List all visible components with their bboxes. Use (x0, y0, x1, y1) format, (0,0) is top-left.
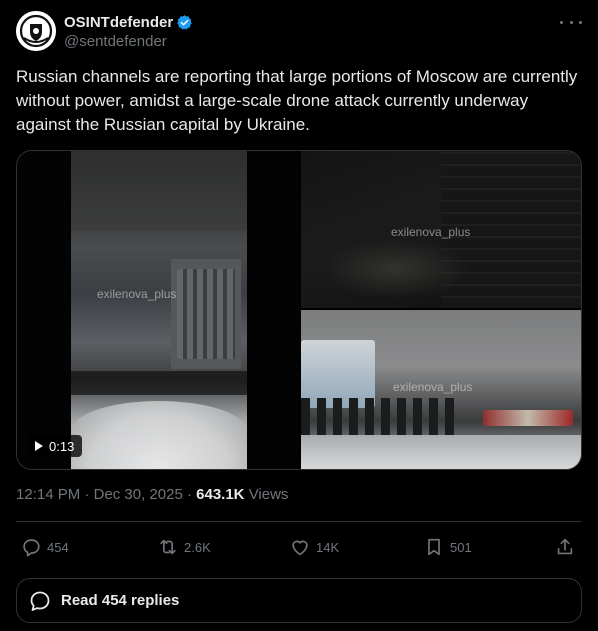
tweet-date[interactable]: Dec 30, 2025 (94, 486, 183, 503)
action-bar: 454 2.6K 14K 501 (16, 532, 582, 562)
divider (16, 521, 582, 522)
tweet-time[interactable]: 12:14 PM (16, 486, 80, 503)
play-icon (35, 441, 43, 451)
media-grid[interactable]: exilenova_plus 0:13 exilenova_plus exile… (16, 150, 582, 470)
author-handle[interactable]: @sentdefender (64, 33, 193, 50)
photo-bottom-right[interactable]: exilenova_plus (301, 310, 581, 469)
share-button[interactable] (554, 532, 576, 562)
views-label: Views (248, 486, 289, 503)
tweet-header: OSINTdefender @sentdefender (16, 11, 582, 55)
photo-top-right[interactable]: exilenova_plus (301, 151, 581, 308)
bookmark-icon (428, 538, 440, 556)
tweet-text: Russian channels are reporting that larg… (16, 67, 578, 134)
heart-icon (292, 540, 308, 556)
video-duration-badge[interactable]: 0:13 (29, 435, 83, 457)
verified-badge-icon[interactable] (176, 14, 193, 31)
more-options-icon[interactable] (560, 13, 582, 31)
repost-icon (160, 539, 176, 555)
share-icon (557, 538, 573, 555)
shield-logo-icon (16, 11, 56, 51)
display-name[interactable]: OSINTdefender (64, 14, 173, 31)
watermark: exilenova_plus (391, 225, 471, 239)
repost-count: 2.6K (184, 539, 211, 555)
read-replies-label: Read 454 replies (61, 592, 180, 609)
views-count: 643.1K (196, 486, 245, 503)
bookmark-button[interactable]: 501 (423, 532, 472, 562)
reply-icon (23, 539, 40, 557)
meta-separator: · (84, 486, 90, 503)
video-frame (71, 151, 247, 469)
like-count: 14K (316, 539, 340, 555)
reply-count: 454 (47, 539, 69, 555)
tweet-meta: 12:14 PM · Dec 30, 2025 · 643.1K Views (16, 486, 288, 503)
read-replies-button[interactable]: Read 454 replies (16, 578, 582, 623)
meta-separator: · (186, 486, 192, 503)
watermark: exilenova_plus (393, 380, 473, 394)
video-duration: 0:13 (49, 438, 75, 454)
avatar[interactable] (16, 11, 56, 51)
like-button[interactable]: 14K (289, 532, 339, 562)
repost-button[interactable]: 2.6K (157, 532, 211, 562)
author-names: OSINTdefender @sentdefender (64, 12, 193, 50)
watermark: exilenova_plus (97, 287, 177, 301)
reply-button[interactable]: 454 (20, 532, 69, 562)
reply-bubble-icon (30, 591, 50, 611)
bookmark-count: 501 (450, 539, 472, 555)
video-thumbnail[interactable]: exilenova_plus 0:13 (17, 151, 299, 469)
